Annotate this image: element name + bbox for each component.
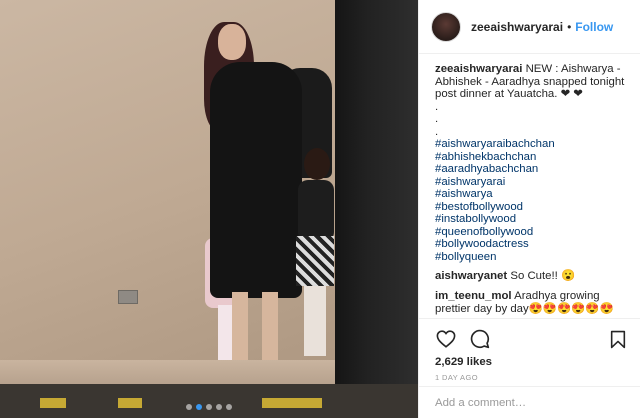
dark-wall-panel [335,0,418,418]
hashtag-link[interactable]: #aaradhyabachchan [435,163,629,176]
post-side-panel: zeeaishwaryarai • Follow zeeaishwaryarai… [418,0,640,418]
wall-outlet [118,290,138,304]
child-legs [304,286,326,356]
add-comment-bar [419,386,640,418]
comment-username[interactable]: aishwaryanet [435,270,507,282]
caption-username[interactable]: zeeaishwaryarai [435,63,522,75]
carousel-dot [216,404,222,410]
woman-black-dress [210,62,302,298]
hashtag-link[interactable]: #aishwarya [435,188,629,201]
comment-text: So Cute!! 😮 [510,270,576,282]
follow-button[interactable]: Follow [575,20,613,34]
comment-item: aishwaryanet So Cute!! 😮 [435,270,629,283]
add-comment-input[interactable] [435,396,625,409]
hashtag-link[interactable]: #bestofbollywood [435,201,629,214]
child-checkered-skirt [296,236,334,286]
bookmark-icon[interactable] [607,328,629,350]
comments-list[interactable]: zeeaishwaryarai NEW : Aishwarya - Abhish… [419,55,640,317]
post-photo[interactable] [0,0,418,418]
action-icons [435,325,629,353]
post-timestamp: 1 DAY AGO [435,373,478,382]
hashtag-link[interactable]: #bollywoodactress [435,238,629,251]
woman-leg-left [232,292,248,362]
caption: zeeaishwaryarai NEW : Aishwarya - Abhish… [435,63,629,101]
child-body [298,180,334,242]
header-username[interactable]: zeeaishwaryarai [471,20,563,34]
carousel-dot [226,404,232,410]
carousel-dot [206,404,212,410]
carousel-indicator [0,404,418,410]
comment-item: im_teenu_mol Aradhya growing prettier da… [435,290,629,316]
woman-leg-right [262,292,278,362]
post-header: zeeaishwaryarai • Follow [419,0,640,54]
caption-dot: . [435,125,439,138]
comment-icon[interactable] [469,328,491,350]
carousel-dot [196,404,202,410]
carousel-dot [186,404,192,410]
hashtag-link[interactable]: #queenofbollywood [435,226,629,239]
likes-count[interactable]: 2,629 likes [435,356,629,368]
heart-icon[interactable] [435,328,457,350]
caption-dot: . [435,113,439,125]
hashtag-link[interactable]: #abhishekbachchan [435,151,629,164]
hashtag-link[interactable]: #bollyqueen [435,251,629,264]
woman-face [218,24,246,60]
caption-dot: . [435,100,439,113]
hashtag-link[interactable]: #aishwaryarai [435,176,629,189]
child-head [304,148,330,180]
comment-username[interactable]: im_teenu_mol [435,290,512,302]
header-separator: • [567,19,572,34]
avatar[interactable] [431,11,461,42]
hashtag-link[interactable]: #instabollywood [435,213,629,226]
hashtag-link[interactable]: #aishwaryaraibachchan [435,138,629,151]
